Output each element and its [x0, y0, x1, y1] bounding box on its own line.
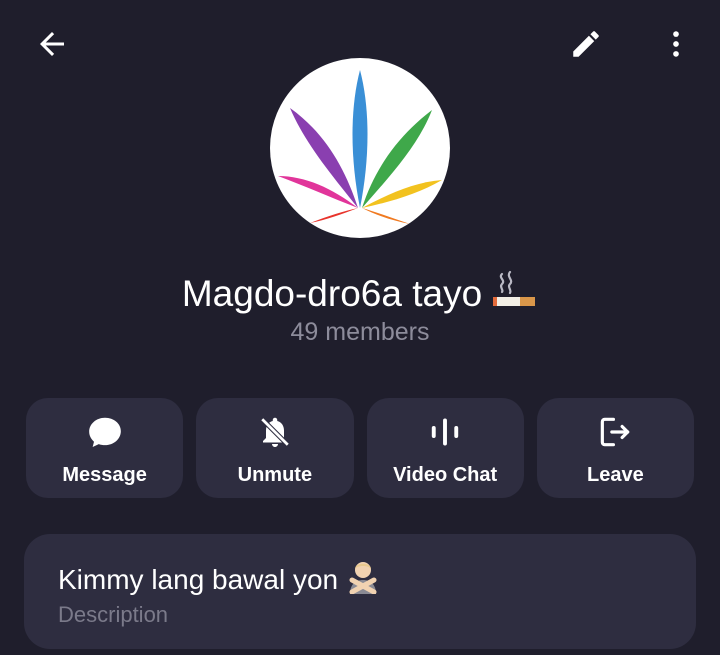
group-avatar[interactable] [270, 58, 450, 238]
video-chat-button[interactable]: Video Chat [366, 398, 524, 498]
person-gesturing-no-emoji [344, 556, 382, 601]
sound-bars-icon [431, 418, 459, 445]
unmute-button[interactable]: Unmute [196, 398, 354, 498]
description-label: Description [58, 602, 169, 627]
leave-label: Leave [587, 463, 644, 486]
leave-button[interactable]: Leave [536, 398, 694, 498]
description-row: Kimmy lang bawal yon [58, 556, 382, 601]
rainbow-leaf-icon [278, 70, 442, 224]
bell-off-icon [260, 417, 290, 447]
edit-button[interactable] [562, 20, 610, 68]
chat-bubble-icon [88, 417, 121, 447]
more-options-button[interactable] [652, 20, 700, 68]
message-label: Message [62, 463, 147, 486]
unmute-label: Unmute [237, 463, 313, 486]
cigarette-emoji [490, 270, 538, 319]
video-chat-label: Video Chat [393, 463, 498, 486]
action-row: Message Unmute Video Chat Leave [26, 398, 694, 498]
logout-icon [601, 417, 630, 446]
message-button[interactable]: Message [26, 398, 184, 498]
member-count: 49 members [290, 318, 430, 346]
group-info-screen: Magdo-dro6a tayo 49 members Message Unmu… [0, 0, 720, 655]
description-text: Kimmy lang bawal yon [58, 564, 339, 595]
more-vertical-icon [673, 31, 679, 57]
group-name: Magdo-dro6a tayo [181, 273, 483, 314]
arrow-left-icon [40, 32, 64, 56]
group-title: Magdo-dro6a tayo [0, 270, 720, 319]
description-card: Kimmy lang bawal yon Description [24, 534, 696, 649]
back-button[interactable] [28, 20, 76, 68]
pencil-icon [573, 31, 599, 57]
